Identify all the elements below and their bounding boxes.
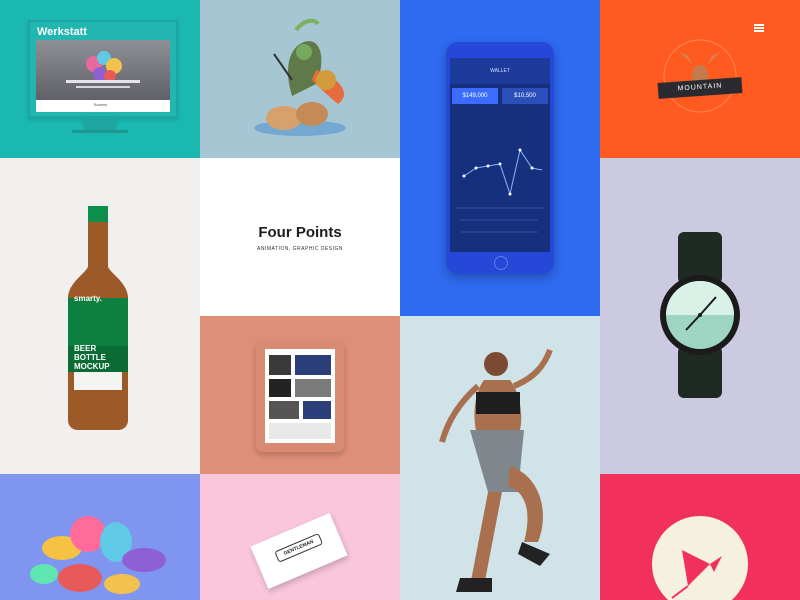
hero-image (36, 40, 170, 106)
tile-beer-bottle[interactable]: smarty. BEER BOTTLE MOCKUP (0, 158, 200, 474)
watch-icon (660, 232, 740, 398)
phone-screen: WALLET $149,000 $10,500 (450, 58, 550, 252)
phone-mockup: WALLET $149,000 $10,500 (446, 42, 554, 274)
tile-athlete[interactable] (400, 316, 600, 600)
monitor-stand (83, 116, 117, 130)
tile-circle-logo[interactable] (600, 474, 800, 600)
beer-bottle-icon (68, 206, 128, 430)
beer-label-line3: MOCKUP (74, 362, 110, 371)
business-card: GENTLEMAN (250, 513, 348, 589)
tile-wallet-app[interactable]: WALLET $149,000 $10,500 (400, 0, 600, 316)
portfolio-grid: Werkstatt Bowers WALLET $149,000 $10,500… (0, 0, 800, 600)
beer-label-line1: BEER (74, 344, 97, 353)
wallet-chart-icon (456, 148, 544, 233)
tablet-mockup (256, 340, 344, 452)
beer-label: BEER BOTTLE MOCKUP (74, 344, 110, 371)
tile-business-card[interactable]: GENTLEMAN (200, 474, 400, 600)
tile-watch[interactable] (600, 158, 800, 474)
four-points-subtitle: ANIMATION, GRAPHIC DESIGN (256, 246, 344, 252)
tile-werkstatt[interactable]: Werkstatt Bowers (0, 0, 200, 158)
monitor-stand-base (72, 130, 128, 133)
tile-tablet[interactable] (200, 316, 400, 474)
athlete-photo-icon (439, 348, 553, 592)
tile-warrior-illustration[interactable] (200, 0, 400, 158)
tile-four-points[interactable]: Four Points ANIMATION, GRAPHIC DESIGN (200, 158, 400, 316)
monitor-mockup: Werkstatt Bowers (28, 20, 178, 118)
beer-label-line2: BOTTLE (74, 353, 106, 362)
card-label: GENTLEMAN (274, 532, 324, 563)
tablet-screen (265, 349, 335, 443)
tile-shapes[interactable] (0, 474, 200, 600)
warrior-illustration-icon (254, 18, 346, 136)
abstract-shapes-icon (30, 516, 166, 594)
deer-head-icon (663, 39, 737, 113)
tile-mountain-badge[interactable]: MOUNTAIN (600, 0, 800, 158)
phone-home-button (494, 256, 508, 270)
four-points-title: Four Points (258, 224, 342, 241)
menu-icon[interactable] (754, 24, 764, 32)
monitor-footer-strip: Bowers (36, 100, 170, 112)
werkstatt-title: Werkstatt (37, 26, 87, 38)
monitor-footer-text: Bowers (94, 102, 108, 107)
kite-logo-icon (671, 550, 722, 599)
circle-logo (652, 516, 748, 600)
beer-brand: smarty. (74, 294, 102, 303)
